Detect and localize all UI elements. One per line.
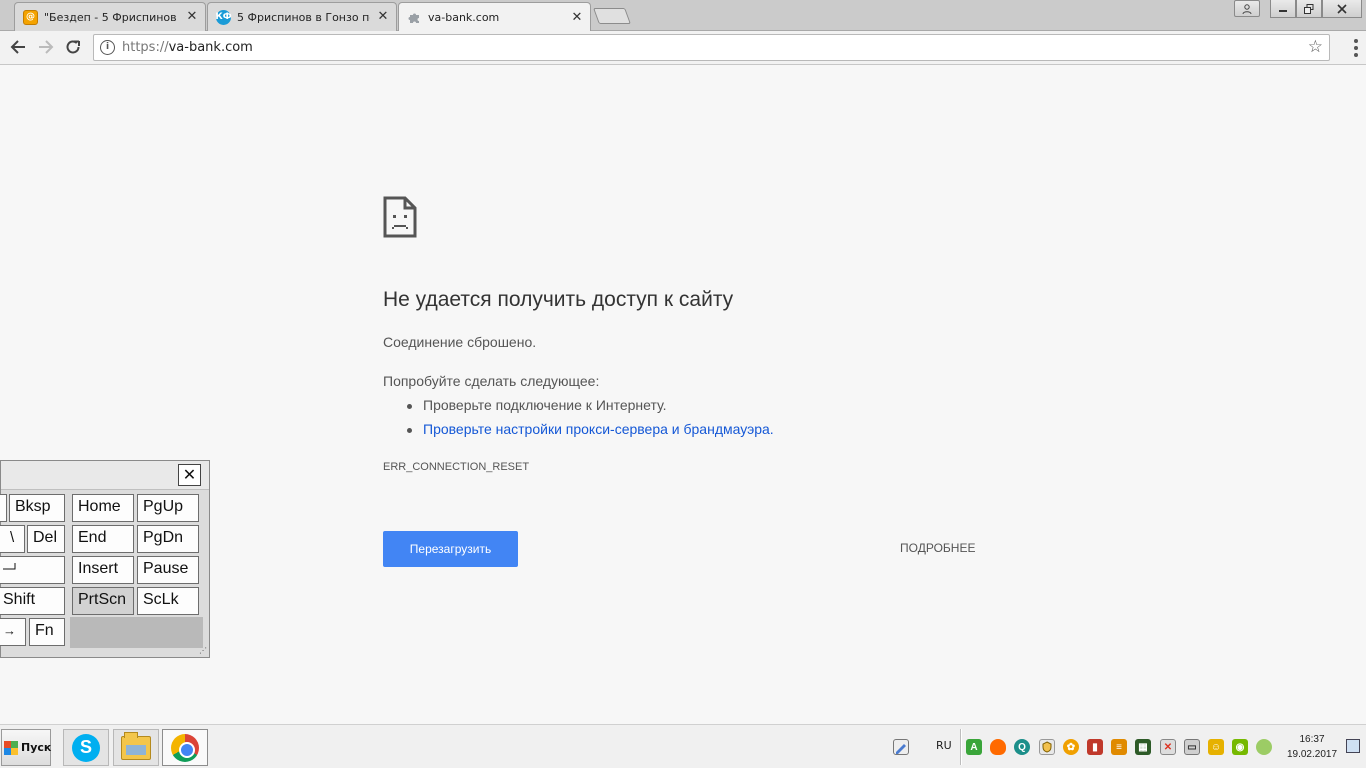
clock-time: 16:37	[1299, 734, 1325, 745]
bookmark-star-icon[interactable]: ☆	[1308, 37, 1323, 57]
taskbar-chrome[interactable]	[162, 729, 208, 766]
keyboard-empty-area	[70, 617, 203, 648]
skype-icon: S	[72, 733, 100, 762]
taskbar-explorer[interactable]	[113, 729, 159, 766]
pen-input-icon[interactable]	[893, 739, 909, 755]
clock-date: 19.02.2017	[1286, 749, 1338, 760]
forward-arrow-icon[interactable]	[36, 38, 56, 58]
keyboard-close-icon[interactable]: ✕	[178, 464, 201, 486]
users-icon[interactable]: ☺	[1208, 739, 1224, 755]
tab-strip: @ "Бездеп - 5 Фриспинов в ✕ КФ 5 Фриспин…	[0, 0, 1366, 32]
language-indicator[interactable]: RU	[936, 739, 952, 752]
suggestions-heading: Попробуйте сделать следующее:	[383, 373, 600, 389]
tab-title: "Бездеп - 5 Фриспинов в	[44, 10, 179, 24]
key-insert[interactable]: Insert	[72, 556, 134, 584]
grid-app-icon[interactable]: ▦	[1135, 739, 1151, 755]
window-controls	[1234, 0, 1362, 18]
search-app-icon[interactable]: Q	[1014, 739, 1030, 755]
profile-icon[interactable]	[1234, 0, 1260, 17]
a-app-icon[interactable]: A	[966, 739, 982, 755]
shield-icon[interactable]	[1039, 739, 1055, 755]
notes-icon[interactable]: ≡	[1111, 739, 1127, 755]
on-screen-keyboard: ✕ Bksp Home PgUp \ Del End PgDn Insert P…	[0, 460, 210, 658]
key-shift[interactable]: Shift	[0, 587, 65, 615]
key-enter[interactable]	[0, 556, 65, 584]
chrome-icon	[171, 733, 199, 762]
key-pause[interactable]: Pause	[137, 556, 199, 584]
key-fn[interactable]: Fn	[29, 618, 65, 646]
key-backslash[interactable]: \	[0, 525, 25, 553]
minimize-icon[interactable]	[1270, 0, 1296, 18]
reload-icon[interactable]	[63, 38, 83, 58]
close-tab-icon[interactable]: ✕	[185, 10, 199, 24]
close-window-icon[interactable]	[1322, 0, 1362, 18]
network-alert-icon[interactable]: ✕	[1160, 739, 1176, 755]
taskbar-skype[interactable]: S	[63, 729, 109, 766]
nvidia-icon[interactable]: ◉	[1232, 739, 1248, 755]
error-subtitle: Соединение сброшено.	[383, 334, 537, 350]
new-tab-button[interactable]	[593, 8, 631, 24]
reload-button[interactable]: Перезагрузить	[383, 531, 518, 567]
suggestion-check-connection: Проверьте подключение к Интернету.	[405, 397, 774, 421]
monitor-icon[interactable]: ▭	[1184, 739, 1200, 755]
restore-icon[interactable]	[1296, 0, 1322, 18]
info-icon[interactable]: i	[100, 40, 115, 55]
key-pgup[interactable]: PgUp	[137, 494, 199, 522]
keyboard-title-bar[interactable]: ✕	[1, 461, 209, 490]
url-text: https://va-bank.com	[122, 40, 253, 55]
tab-va-bank[interactable]: va-bank.com ✕	[398, 2, 591, 32]
flower-icon[interactable]: ✿	[1063, 739, 1079, 755]
tab-title: 5 Фриспинов в Гонзо по	[237, 10, 370, 24]
sad-document-icon	[383, 196, 417, 242]
key-end[interactable]: End	[72, 525, 134, 553]
key-partial[interactable]	[0, 494, 7, 522]
close-tab-icon[interactable]: ✕	[570, 10, 584, 25]
menu-icon[interactable]	[1354, 39, 1358, 57]
address-bar[interactable]: i https://va-bank.com ☆	[93, 34, 1330, 61]
key-pgdn[interactable]: PgDn	[137, 525, 199, 553]
suggestion-check-proxy-link[interactable]: Проверьте настройки прокси-сервера и бра…	[405, 421, 774, 445]
back-arrow-icon[interactable]	[8, 38, 28, 58]
key-del[interactable]: Del	[27, 525, 65, 553]
show-desktop-icon[interactable]	[1346, 739, 1360, 753]
resize-grip-icon[interactable]: ⋰	[199, 646, 207, 655]
tab-bezdep[interactable]: @ "Бездеп - 5 Фриспинов в ✕	[14, 2, 206, 31]
tab-title: va-bank.com	[428, 11, 500, 24]
folder-icon	[121, 731, 151, 760]
key-prtscn[interactable]: PrtScn	[72, 587, 134, 615]
suggestions-list: Проверьте подключение к Интернету. Прове…	[405, 397, 774, 445]
key-sclk[interactable]: ScLk	[137, 587, 199, 615]
mail-favicon-icon: @	[23, 9, 38, 25]
tab-gonzo[interactable]: КФ 5 Фриспинов в Гонзо по ✕	[207, 2, 397, 31]
taskbar: Пуск S RU A Q ✿ ▮ ≡ ▦ ✕ ▭ ☺ ◉ 16:37 19.0…	[0, 724, 1366, 768]
puzzle-icon	[407, 10, 422, 25]
kf-favicon-icon: КФ	[215, 9, 232, 25]
windows-logo-icon	[4, 740, 18, 755]
browser-toolbar: i https://va-bank.com ☆	[0, 31, 1366, 65]
start-button[interactable]: Пуск	[1, 729, 51, 766]
flame-icon[interactable]	[990, 739, 1006, 755]
close-tab-icon[interactable]: ✕	[376, 10, 390, 24]
details-button[interactable]: ПОДРОБНЕЕ	[900, 541, 975, 555]
speaker-app-icon[interactable]: ▮	[1087, 739, 1103, 755]
error-title: Не удается получить доступ к сайту	[383, 288, 734, 311]
error-code: ERR_CONNECTION_RESET	[383, 461, 530, 473]
clock[interactable]: 16:37 19.02.2017	[1284, 732, 1340, 762]
leaf-icon[interactable]	[1256, 739, 1272, 755]
key-home[interactable]: Home	[72, 494, 134, 522]
key-arrow-right[interactable]: →	[0, 618, 26, 646]
key-bksp[interactable]: Bksp	[9, 494, 65, 522]
tray-divider	[960, 729, 962, 765]
